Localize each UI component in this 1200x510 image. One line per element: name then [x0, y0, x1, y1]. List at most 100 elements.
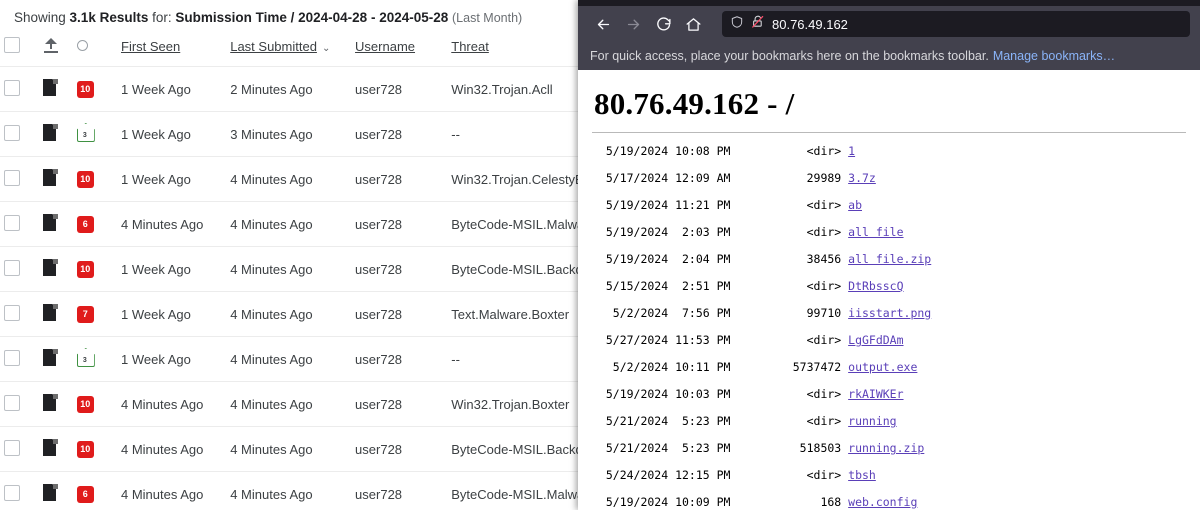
select-all-header[interactable]	[0, 31, 39, 67]
username-cell[interactable]: user728	[351, 156, 448, 202]
username-cell[interactable]: user728	[351, 246, 448, 292]
url-bar[interactable]: 80.76.49.162	[722, 11, 1190, 37]
row-select-cell[interactable]	[0, 471, 39, 510]
score-cell[interactable]: 10	[72, 66, 117, 112]
entry-link[interactable]: web.config	[848, 495, 917, 509]
entry-link[interactable]: iisstart.png	[848, 306, 931, 320]
row-checkbox[interactable]	[4, 394, 20, 411]
row-select-cell[interactable]	[0, 201, 39, 247]
username-cell[interactable]: user728	[351, 66, 448, 112]
username-cell[interactable]: user728	[351, 381, 448, 427]
first-seen-cell: 4 Minutes Ago	[117, 381, 227, 427]
row-checkbox[interactable]	[4, 124, 20, 141]
upload-icon[interactable]	[43, 37, 59, 53]
first-seen-cell: 1 Week Ago	[117, 336, 227, 382]
column-header-last-submitted[interactable]: Last Submitted ⌄	[226, 31, 351, 67]
score-cell[interactable]: 10	[72, 156, 117, 202]
row-select-cell[interactable]	[0, 246, 39, 292]
threat-score-badge[interactable]: 10	[76, 171, 94, 188]
threat-score-badge[interactable]: 6	[76, 216, 94, 233]
first-seen-label[interactable]: First Seen	[121, 39, 180, 54]
column-header-username[interactable]: Username	[351, 31, 447, 67]
row-checkbox[interactable]	[4, 439, 20, 456]
score-cell[interactable]: 3	[72, 111, 117, 157]
score-cell[interactable]: 10	[72, 381, 117, 427]
score-cell[interactable]: 6	[72, 201, 117, 247]
select-all-checkbox[interactable]	[4, 37, 20, 53]
manage-bookmarks-link[interactable]: Manage bookmarks…	[993, 49, 1115, 63]
reload-icon[interactable]	[648, 10, 678, 38]
row-select-cell[interactable]	[0, 426, 39, 472]
threat-score-badge[interactable]: 3	[76, 348, 95, 367]
entry-link[interactable]: DtRbsscQ	[848, 279, 903, 293]
threat-score-badge[interactable]: 10	[76, 396, 94, 413]
last-submitted-label[interactable]: Last Submitted	[230, 39, 317, 54]
username-cell[interactable]: user728	[351, 426, 448, 472]
circle-icon[interactable]	[76, 40, 88, 51]
username-cell[interactable]: user728	[351, 111, 448, 157]
entry-link[interactable]: output.exe	[848, 360, 917, 374]
directory-entry: 5/24/2024 12:15 PM <dir> tbsh	[592, 468, 1186, 483]
entry-link[interactable]: 3.7z	[848, 171, 876, 185]
score-cell[interactable]: 7	[72, 291, 117, 337]
entry-link[interactable]: running.zip	[848, 441, 924, 455]
column-header-first-seen[interactable]: First Seen	[117, 31, 226, 67]
entry-time: 7:56 PM	[681, 306, 731, 320]
entry-size: <dir>	[806, 414, 842, 428]
upload-header[interactable]	[39, 31, 73, 67]
threat-score-badge[interactable]: 6	[76, 486, 94, 503]
directory-listing: 5/19/2024 10:08 PM <dir> 1 5/17/2024 12:09 A…	[592, 144, 1186, 510]
threat-label[interactable]: Threat	[451, 39, 489, 54]
threat-score-badge[interactable]: 7	[76, 306, 94, 323]
threat-score-badge[interactable]: 10	[76, 81, 94, 98]
url-text[interactable]: 80.76.49.162	[772, 17, 848, 32]
username-cell[interactable]: user728	[351, 291, 448, 337]
threat-score-badge[interactable]: 3	[76, 123, 95, 142]
row-select-cell[interactable]	[0, 66, 39, 112]
entry-link[interactable]: 1	[848, 144, 855, 158]
entry-link[interactable]: tbsh	[848, 468, 876, 482]
entry-link[interactable]: all file	[848, 225, 903, 239]
file-type-cell	[39, 336, 73, 382]
entry-link[interactable]: rkAIWKEr	[848, 387, 903, 401]
entry-date: 5/19/2024	[605, 387, 669, 401]
row-checkbox[interactable]	[4, 169, 20, 186]
row-select-cell[interactable]	[0, 156, 39, 202]
home-icon[interactable]	[678, 10, 708, 38]
score-cell[interactable]: 3	[72, 336, 117, 382]
username-label[interactable]: Username	[355, 39, 415, 54]
file-icon	[43, 259, 58, 276]
chevron-down-icon[interactable]: ⌄	[322, 43, 330, 54]
entry-link[interactable]: ab	[848, 198, 862, 212]
username-cell[interactable]: user728	[351, 201, 448, 247]
row-checkbox[interactable]	[4, 214, 20, 231]
score-cell[interactable]: 10	[72, 426, 117, 472]
entry-time: 2:04 PM	[681, 252, 731, 266]
row-select-cell[interactable]	[0, 381, 39, 427]
file-icon	[43, 484, 58, 501]
entry-link[interactable]: running	[848, 414, 896, 428]
insecure-lock-icon[interactable]	[751, 14, 765, 34]
row-select-cell[interactable]	[0, 336, 39, 382]
shield-icon[interactable]	[730, 15, 744, 34]
row-select-cell[interactable]	[0, 111, 39, 157]
username-cell[interactable]: user728	[351, 471, 448, 510]
row-checkbox[interactable]	[4, 484, 20, 501]
row-select-cell[interactable]	[0, 291, 39, 337]
back-arrow-icon[interactable]	[588, 10, 618, 38]
entry-link[interactable]: LgGFdDAm	[848, 333, 903, 347]
score-cell[interactable]: 6	[72, 471, 117, 510]
status-header[interactable]	[73, 31, 117, 67]
row-checkbox[interactable]	[4, 304, 20, 321]
last-submitted-cell: 4 Minutes Ago	[226, 291, 352, 337]
row-checkbox[interactable]	[4, 349, 20, 366]
username-cell[interactable]: user728	[351, 336, 448, 382]
forward-arrow-icon[interactable]	[618, 10, 648, 38]
row-checkbox[interactable]	[4, 79, 20, 96]
file-icon	[43, 214, 58, 231]
threat-score-badge[interactable]: 10	[76, 441, 94, 458]
entry-link[interactable]: all file.zip	[848, 252, 931, 266]
score-cell[interactable]: 10	[72, 246, 117, 292]
row-checkbox[interactable]	[4, 259, 20, 276]
threat-score-badge[interactable]: 10	[76, 261, 94, 278]
